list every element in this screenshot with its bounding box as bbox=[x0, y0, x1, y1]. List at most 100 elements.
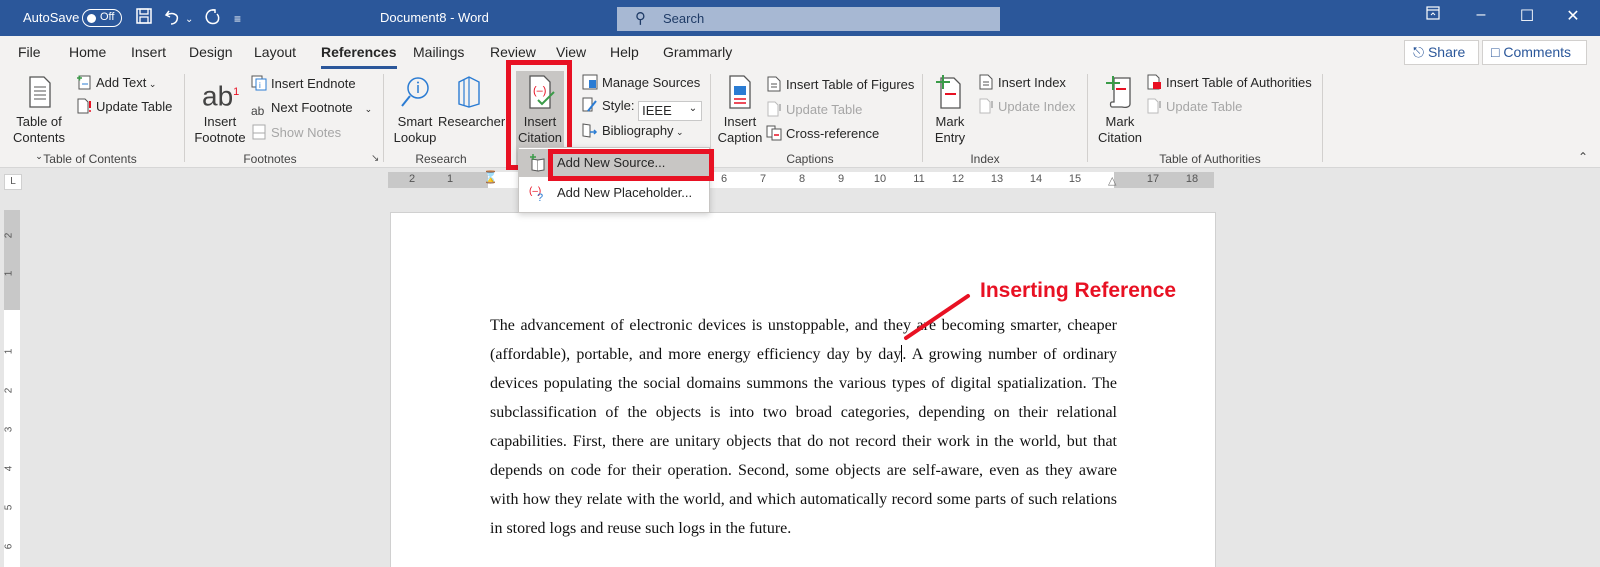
ruler-tick: 7 bbox=[759, 173, 767, 185]
manage-sources-button[interactable]: Manage Sources bbox=[582, 74, 700, 90]
document-paragraph[interactable]: The advancement of electronic devices is… bbox=[490, 311, 1117, 543]
tab-help[interactable]: Help bbox=[610, 44, 639, 60]
mark-citation-label-1: Mark bbox=[1105, 114, 1135, 129]
close-icon[interactable]: ✕ bbox=[1558, 6, 1588, 26]
toggle-knob bbox=[87, 13, 96, 23]
smart-lookup-button[interactable]: Smart Lookup bbox=[392, 74, 438, 146]
update-index-button[interactable]: Update Index bbox=[978, 98, 1075, 114]
mark-entry-button[interactable]: Mark Entry bbox=[930, 74, 970, 146]
tab-layout[interactable]: Layout bbox=[254, 44, 296, 60]
save-icon[interactable] bbox=[135, 7, 153, 30]
share-button[interactable]: ⎋ Share bbox=[1404, 40, 1479, 65]
tab-grammarly[interactable]: Grammarly bbox=[663, 44, 732, 60]
smart-lookup-label-1: Smart bbox=[397, 114, 433, 129]
comments-icon: □ bbox=[1491, 44, 1500, 60]
paragraph-text-after-cursor: . A growing number of ordinary devices p… bbox=[490, 346, 1117, 537]
tab-review[interactable]: Review bbox=[490, 44, 536, 60]
ruler-right-margin bbox=[1114, 172, 1214, 188]
insert-caption-button[interactable]: Insert Caption bbox=[716, 74, 764, 146]
insert-endnote-button[interactable]: i Insert Endnote bbox=[251, 75, 356, 91]
tab-view[interactable]: View bbox=[556, 44, 586, 60]
update-table-captions-label: Update Table bbox=[786, 102, 863, 117]
insert-table-of-authorities-label: Insert Table of Authorities bbox=[1166, 75, 1312, 90]
toc-label-1: Table of bbox=[16, 114, 62, 129]
update-table-button[interactable]: Update Table bbox=[76, 98, 172, 114]
mark-citation-button[interactable]: Mark Citation bbox=[1096, 74, 1144, 146]
tab-insert[interactable]: Insert bbox=[131, 44, 166, 60]
insert-footnote-label-1: Insert bbox=[203, 114, 237, 129]
style-icon bbox=[582, 97, 598, 113]
customize-toolbar-icon[interactable]: ≡ bbox=[234, 9, 241, 29]
group-separator bbox=[1087, 74, 1088, 162]
update-table-authorities-button[interactable]: Update Table bbox=[1146, 98, 1242, 114]
insert-caption-label-1: Insert bbox=[723, 114, 757, 129]
insert-table-of-figures-label: Insert Table of Figures bbox=[786, 77, 915, 92]
collapse-ribbon-icon[interactable]: ⌃ bbox=[1578, 150, 1588, 164]
add-text-button[interactable]: Add Text ⌄ bbox=[76, 74, 156, 90]
update-table-label: Update Table bbox=[96, 99, 173, 114]
chevron-down-icon[interactable]: ⌄ bbox=[365, 104, 373, 114]
group-separator bbox=[184, 74, 185, 162]
maximize-icon[interactable]: ☐ bbox=[1512, 6, 1542, 26]
right-indent-marker[interactable]: △ bbox=[1108, 174, 1116, 187]
undo-icon[interactable] bbox=[163, 7, 183, 32]
group-separator bbox=[383, 74, 384, 162]
toc-label-2: Contents bbox=[12, 130, 66, 145]
researcher-button[interactable]: Researcher bbox=[438, 74, 505, 130]
indent-marker[interactable]: ⌛ bbox=[483, 170, 498, 184]
show-notes-button[interactable]: Show Notes bbox=[251, 124, 341, 140]
update-table-captions-button[interactable]: Update Table bbox=[766, 101, 862, 117]
redo-icon[interactable] bbox=[202, 7, 222, 32]
document-page[interactable]: The advancement of electronic devices is… bbox=[390, 212, 1216, 567]
tab-design[interactable]: Design bbox=[189, 44, 233, 60]
vertical-ruler[interactable]: 2 1 1 2 3 4 5 6 bbox=[3, 210, 20, 567]
autosave-toggle[interactable]: Off bbox=[82, 9, 122, 27]
bibliography-button[interactable]: Bibliography ⌄ bbox=[582, 122, 684, 138]
horizontal-ruler[interactable]: 2 1 1 2 3 4 5 6 7 8 9 10 11 12 13 14 15 … bbox=[388, 170, 1214, 188]
tab-mailings[interactable]: Mailings bbox=[413, 44, 464, 60]
comments-button[interactable]: □ Comments bbox=[1482, 40, 1587, 65]
tab-references[interactable]: References bbox=[321, 44, 397, 69]
cross-reference-button[interactable]: Cross-reference bbox=[766, 125, 879, 141]
ruler-tick: 18 bbox=[1185, 173, 1199, 185]
ruler-tick: 12 bbox=[951, 173, 965, 185]
chevron-down-icon: ⌄ bbox=[146, 79, 157, 89]
manage-sources-label: Manage Sources bbox=[602, 75, 701, 90]
mark-citation-label-2: Citation bbox=[1097, 130, 1143, 145]
ribbon-display-icon[interactable] bbox=[1418, 6, 1448, 25]
insert-index-button[interactable]: Insert Index bbox=[978, 74, 1066, 90]
insert-table-of-authorities-button[interactable]: Insert Table of Authorities bbox=[1146, 74, 1312, 90]
autosave-state: Off bbox=[100, 11, 115, 23]
ruler-tick: 15 bbox=[1068, 173, 1082, 185]
next-footnote-button[interactable]: ab Next Footnote ⌄ bbox=[251, 100, 372, 120]
menu-item-add-new-placeholder[interactable]: (–)? Add New Placeholder... bbox=[519, 179, 709, 207]
ruler-tick: 11 bbox=[913, 173, 925, 185]
update-index-label: Update Index bbox=[998, 99, 1076, 114]
update-table-icon bbox=[76, 98, 92, 114]
mark-entry-label-2: Entry bbox=[934, 130, 966, 145]
tab-file[interactable]: File bbox=[18, 44, 41, 60]
add-text-label: Add Text bbox=[96, 75, 147, 90]
title-bar: AutoSave Off ⌄ ≡ Document8 - Word ⚲ Sear… bbox=[0, 0, 1600, 36]
search-box[interactable]: ⚲ Search bbox=[617, 7, 1000, 31]
chevron-down-icon: ⌄ bbox=[673, 127, 684, 137]
insert-table-of-figures-button[interactable]: Insert Table of Figures bbox=[766, 76, 914, 92]
mark-citation-icon bbox=[1102, 74, 1138, 110]
minimize-icon[interactable]: – bbox=[1466, 6, 1496, 24]
tab-selector[interactable]: L bbox=[4, 174, 22, 190]
search-icon: ⚲ bbox=[635, 10, 646, 27]
menu-item-label: Add New Placeholder... bbox=[557, 185, 693, 200]
dialog-launcher-icon[interactable]: ↘ bbox=[371, 153, 379, 164]
insert-footnote-button[interactable]: ab1 Insert Footnote bbox=[194, 74, 246, 146]
table-of-contents-button[interactable]: Table of Contents ⌄ bbox=[10, 74, 68, 164]
show-notes-label: Show Notes bbox=[271, 125, 342, 140]
next-footnote-icon: ab bbox=[251, 104, 265, 118]
style-select[interactable]: IEEE ⌄ bbox=[638, 101, 703, 121]
ruler-tick: 1 bbox=[3, 348, 15, 355]
search-placeholder: Search bbox=[663, 11, 705, 26]
insert-index-icon bbox=[978, 74, 994, 90]
tab-home[interactable]: Home bbox=[69, 44, 106, 60]
group-label-index: Index bbox=[970, 152, 1000, 166]
ruler-tick: 3 bbox=[3, 426, 15, 433]
undo-dropdown-icon[interactable]: ⌄ bbox=[185, 10, 193, 30]
